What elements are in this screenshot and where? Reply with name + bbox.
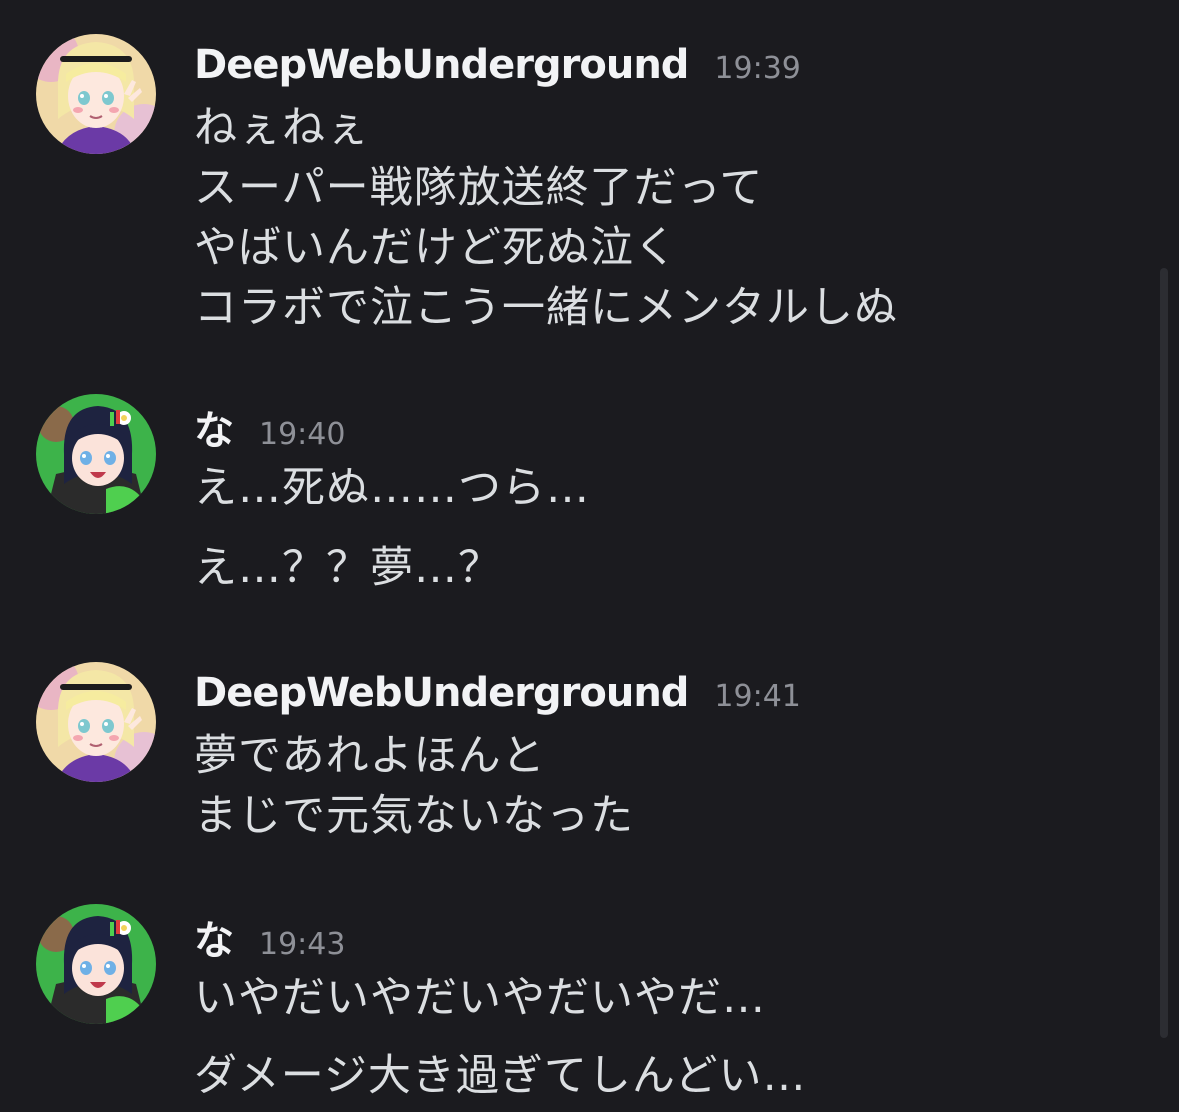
timestamp: 19:43: [259, 927, 346, 962]
timestamp: 19:40: [259, 417, 346, 452]
message-text: コラボで泣こう一緒にメンタルしぬ: [194, 283, 898, 333]
message-header: DeepWebUnderground 19:39: [194, 42, 801, 102]
user-avatar[interactable]: [36, 904, 156, 1024]
username[interactable]: な: [194, 398, 234, 456]
message-header: な 19:40: [194, 398, 345, 458]
message-text: いやだいやだいやだいやだ…: [194, 973, 766, 1023]
message-text: 夢であれよほんと: [194, 731, 546, 781]
blonde-character-avatar-icon: [36, 662, 156, 782]
user-avatar[interactable]: [36, 34, 156, 154]
message-text: やばいんだけど死ぬ泣く: [194, 223, 678, 273]
timestamp: 19:41: [714, 679, 801, 714]
message-header: な 19:43: [194, 908, 345, 968]
blonde-character-avatar-icon: [36, 34, 156, 154]
user-avatar[interactable]: [36, 662, 156, 782]
username[interactable]: な: [194, 908, 234, 966]
dark-hair-character-avatar-icon: [36, 394, 156, 514]
scrollbar[interactable]: [1160, 268, 1168, 1038]
username[interactable]: DeepWebUnderground: [194, 42, 689, 88]
message-text: え…死ぬ……つら…: [194, 463, 590, 513]
message-text: ダメージ大き過ぎてしんどい…: [194, 1051, 807, 1101]
message-text: まじで元気ないなった: [194, 791, 634, 841]
username[interactable]: DeepWebUnderground: [194, 670, 689, 716]
user-avatar[interactable]: [36, 394, 156, 514]
message-header: DeepWebUnderground 19:41: [194, 670, 801, 730]
timestamp: 19:39: [714, 51, 801, 86]
dark-hair-character-avatar-icon: [36, 904, 156, 1024]
message-text: スーパー戦隊放送終了だって: [194, 163, 764, 213]
message-text: え…？？夢…？: [194, 543, 502, 593]
message-text: ねぇねぇ: [194, 103, 370, 153]
